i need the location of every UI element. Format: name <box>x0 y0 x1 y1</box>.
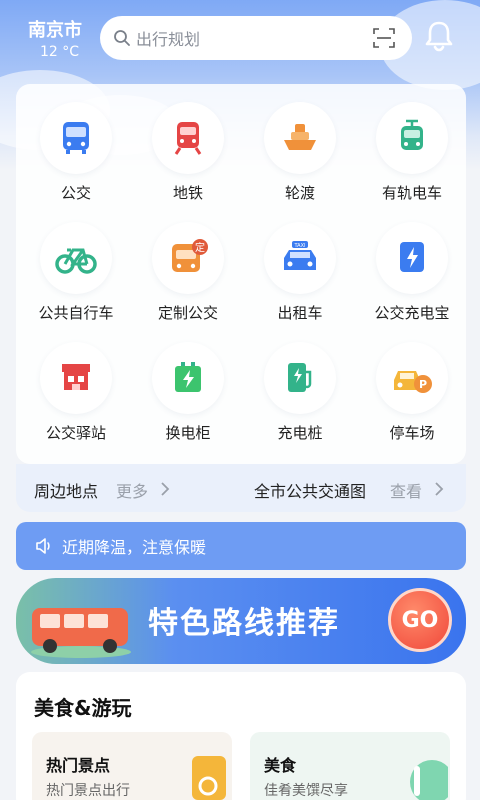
service-label: 停车场 <box>389 424 435 442</box>
food-card[interactable]: 美食 佳肴美馔尽享 <box>250 732 450 800</box>
service-parking[interactable]: P 停车场 <box>356 336 468 456</box>
featured-route-banner[interactable]: 特色路线推荐 GO <box>16 578 466 664</box>
go-button[interactable]: GO <box>388 588 452 652</box>
bus-icon <box>63 122 89 154</box>
hot-attractions-card[interactable]: 热门景点 热门景点出行 <box>32 732 232 800</box>
power-bank-icon <box>400 242 424 272</box>
svg-text:P: P <box>419 378 427 391</box>
temperature: 12 °C <box>40 44 80 60</box>
search-icon <box>114 30 130 46</box>
scan-icon[interactable] <box>372 26 396 50</box>
service-label: 公交充电宝 <box>374 304 450 322</box>
charging-pile-icon <box>288 363 312 392</box>
transit-map-title: 全市公共交通图 <box>254 482 367 501</box>
card-title: 热门景点 <box>46 756 111 775</box>
bus-illustration-icon <box>31 608 131 658</box>
parking-icon: P <box>394 371 432 393</box>
card-subtitle: 热门景点出行 <box>46 783 130 799</box>
city-selector[interactable]: 南京市 <box>28 16 82 42</box>
nearby-more-link[interactable]: 更多 <box>116 478 148 502</box>
service-label: 充电桩 <box>277 424 323 442</box>
service-bus[interactable]: 公交 <box>20 96 132 216</box>
service-tram[interactable]: 有轨电车 <box>356 96 468 216</box>
battery-swap-icon <box>175 362 201 392</box>
notice-bar[interactable]: 近期降温，注意保暖 <box>16 522 466 570</box>
header: 南京市 12 °C 出行规划 <box>0 0 480 80</box>
subway-icon <box>174 122 202 155</box>
service-ferry[interactable]: 轮渡 <box>244 96 356 216</box>
service-label: 公交驿站 <box>45 424 106 442</box>
card-subtitle: 佳肴美馔尽享 <box>264 783 348 799</box>
food-icon <box>410 760 448 800</box>
transit-map-view-link[interactable]: 查看 <box>390 478 422 502</box>
notice-text: 近期降温，注意保暖 <box>62 538 207 557</box>
attraction-search-icon <box>192 756 226 800</box>
chevron-right-icon <box>435 482 444 496</box>
nearby-row: 周边地点 更多 全市公共交通图 查看 <box>16 464 466 512</box>
service-label: 出租车 <box>277 304 323 322</box>
search-bar[interactable]: 出行规划 <box>100 16 412 60</box>
service-label: 有轨电车 <box>381 184 442 202</box>
service-taxi[interactable]: TAXI 出租车 <box>244 216 356 336</box>
service-grid-card: 公交 地铁 轮渡 有轨电车 公共自行车 定 定制公交 TAXI 出租车 公交充电… <box>16 84 466 464</box>
custom-bus-icon: 定 <box>172 239 208 272</box>
service-label: 定制公交 <box>157 304 218 322</box>
banner-title: 特色路线推荐 <box>148 606 340 641</box>
tram-icon <box>401 119 423 150</box>
notification-bell-icon[interactable] <box>424 20 454 52</box>
card-title: 美食 <box>264 756 297 775</box>
service-charging-pile[interactable]: 充电桩 <box>244 336 356 456</box>
service-label: 公共自行车 <box>38 304 114 322</box>
service-label: 轮渡 <box>284 184 315 202</box>
food-and-play-card: 美食&游玩 热门景点 热门景点出行 美食 佳肴美馔尽享 <box>16 672 466 800</box>
nearby-places-title: 周边地点 <box>34 482 99 501</box>
bicycle-icon <box>55 248 97 274</box>
service-label: 地铁 <box>172 184 203 202</box>
go-label: GO <box>401 607 439 633</box>
chevron-right-icon <box>161 482 170 496</box>
service-label: 公交 <box>60 184 91 202</box>
search-placeholder: 出行规划 <box>136 30 201 49</box>
service-power-bank[interactable]: 公交充电宝 <box>356 216 468 336</box>
svg-text:定: 定 <box>195 241 205 254</box>
service-label: 换电柜 <box>165 424 211 442</box>
speaker-icon <box>36 538 50 554</box>
service-bus-station[interactable]: 公交驿站 <box>20 336 132 456</box>
service-subway[interactable]: 地铁 <box>132 96 244 216</box>
station-icon <box>62 364 90 390</box>
svg-text:TAXI: TAXI <box>294 243 306 249</box>
service-custom-bus[interactable]: 定 定制公交 <box>132 216 244 336</box>
taxi-icon: TAXI <box>284 241 316 270</box>
service-battery-swap[interactable]: 换电柜 <box>132 336 244 456</box>
section-title: 美食&游玩 <box>34 696 132 720</box>
service-public-bicycle[interactable]: 公共自行车 <box>20 216 132 336</box>
ferry-icon <box>284 124 316 150</box>
